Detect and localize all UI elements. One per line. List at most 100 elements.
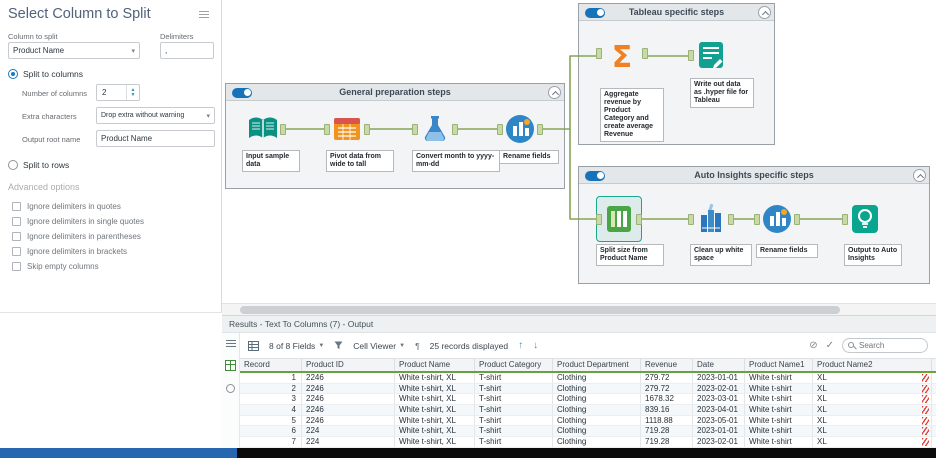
column-header[interactable]: Product Category [475,359,553,371]
scrollbar-thumb[interactable] [240,306,840,314]
column-header[interactable]: Product Name1 [745,359,813,371]
delimiters-input[interactable] [160,42,214,59]
table-cell: XL [813,394,932,404]
panel-menu-icon[interactable] [199,11,209,18]
tool-annotation[interactable]: Write out data as .hyper file for Tablea… [690,78,754,108]
split-to-columns-radio[interactable] [8,69,18,79]
cell-viewer-dropdown[interactable]: Cell Viewer ▼ [353,341,405,351]
table-cell: T-shirt [475,384,553,394]
table-cell: White t-shirt [745,384,813,394]
table-row[interactable]: 22246White t-shirt, XLT-shirtClothing279… [240,384,936,395]
table-cell: 2246 [302,416,395,426]
results-menu-icon[interactable] [226,340,236,347]
tool-annotation[interactable]: Pivot data from wide to tall [326,150,394,172]
table-cell: 224 [302,426,395,436]
container-enable-toggle[interactable] [232,88,252,98]
tool-annotation[interactable]: Rename fields [499,150,559,164]
fields-dropdown[interactable]: 8 of 8 Fields ▼ [269,341,324,351]
delimiters-label: Delimiters [160,32,193,41]
table-row[interactable]: 12246White t-shirt, XLT-shirtClothing279… [240,373,936,384]
table-row[interactable]: 6224White t-shirt, XLT-shirtClothing719.… [240,426,936,437]
extra-characters-select[interactable]: Drop extra without warning ▾ [96,107,215,124]
collapse-icon[interactable] [548,86,561,99]
table-cell: White t-shirt [745,416,813,426]
canvas-horizontal-scrollbar[interactable] [222,303,936,315]
search-input[interactable] [859,339,925,352]
alteryx-designer: Select Column to Split Column to split P… [0,0,936,458]
table-cell: T-shirt [475,416,553,426]
table-cell: 5 [240,416,302,426]
tool-annotation[interactable]: Input sample data [242,150,300,172]
table-row[interactable]: 32246White t-shirt, XLT-shirtClothing167… [240,394,936,405]
arrow-up-icon[interactable]: ↑ [518,341,523,351]
tool-annotation[interactable]: Convert month to yyyy-mm-dd [412,150,500,172]
split-to-rows-radio[interactable] [8,160,18,170]
advanced-option-label: Ignore delimiters in single quotes [27,217,144,226]
table-cell: XL [813,373,932,383]
tool-select-rename[interactable] [503,112,537,146]
tool-pivot[interactable] [330,112,364,146]
container-enable-toggle[interactable] [585,171,605,181]
column-header[interactable]: Product Department [553,359,641,371]
output-root-name-input[interactable] [96,130,215,147]
tool-select-rename-2[interactable] [760,202,794,236]
container-enable-toggle[interactable] [585,8,605,18]
collapse-icon[interactable] [758,6,771,19]
advanced-options-list: Ignore delimiters in quotes Ignore delimi… [12,199,144,274]
tool-summarize[interactable]: Σ [602,36,642,76]
tool-text-to-columns[interactable] [602,202,636,236]
checkbox[interactable] [12,217,21,226]
no-symbol-icon[interactable]: ⊘ [809,341,817,351]
column-header[interactable]: Date [693,359,745,371]
check-icon[interactable]: ✓ [826,341,834,351]
column-header[interactable]: Revenue [641,359,693,371]
checkbox[interactable] [12,247,21,256]
tool-output-auto-insights[interactable] [848,202,882,236]
collapse-icon[interactable] [913,169,926,182]
pilcrow-icon[interactable]: ¶ [415,341,420,351]
tool-data-cleansing[interactable] [694,202,728,236]
filter-icon[interactable] [334,341,343,350]
tool-output-hyper[interactable] [694,38,728,72]
tool-annotation[interactable]: Clean up white space [690,244,752,266]
tool-annotation[interactable]: Rename fields [756,244,818,258]
search-box[interactable] [842,338,928,353]
checkbox[interactable] [12,232,21,241]
container-header[interactable]: Auto Insights specific steps [579,167,929,184]
column-header[interactable]: Product Name2 [813,359,932,371]
advanced-option-row: Ignore delimiters in quotes [12,199,144,214]
window-bottom-bar [0,448,936,458]
table-cell: White t-shirt, XL [395,384,475,394]
table-cell: T-shirt [475,426,553,436]
table-cell: White t-shirt [745,394,813,404]
profile-view-icon[interactable] [226,384,235,393]
advanced-option-row: Ignore delimiters in single quotes [12,214,144,229]
column-to-split-select[interactable]: Product Name ▾ [8,42,140,59]
arrow-down-icon[interactable]: ↓ [533,341,538,351]
advanced-option-label: Ignore delimiters in brackets [27,247,127,256]
extra-characters-value: Drop extra without warning [101,112,184,119]
tool-annotation[interactable]: Split size from Product Name [596,244,664,266]
column-header[interactable]: Product Name [395,359,475,371]
tool-input-data[interactable] [246,112,280,146]
column-header[interactable]: Product ID [302,359,395,371]
tool-annotation[interactable]: Aggregate revenue by Product Category an… [600,88,664,142]
table-row[interactable]: 42246White t-shirt, XLT-shirtClothing839… [240,405,936,416]
number-of-columns-stepper[interactable]: 2 ▲▼ [96,84,140,101]
grid-icon[interactable] [248,341,259,351]
stepper-arrows-icon[interactable]: ▲▼ [126,85,139,100]
container-header[interactable]: Tableau specific steps [579,4,774,21]
container-header[interactable]: General preparation steps [226,84,564,101]
tool-formula-convert[interactable] [418,112,452,146]
table-cell: 2023-04-01 [693,405,745,415]
table-cell: White t-shirt, XL [395,437,475,447]
data-quality-mark [922,427,929,435]
table-view-icon[interactable] [225,360,236,371]
table-row[interactable]: 7224White t-shirt, XLT-shirtClothing719.… [240,437,936,448]
checkbox[interactable] [12,262,21,271]
table-row[interactable]: 52246White t-shirt, XLT-shirtClothing111… [240,416,936,427]
tool-annotation[interactable]: Output to Auto Insights [844,244,902,266]
checkbox[interactable] [12,202,21,211]
table-cell: 3 [240,394,302,404]
column-header[interactable]: Record [240,359,302,371]
